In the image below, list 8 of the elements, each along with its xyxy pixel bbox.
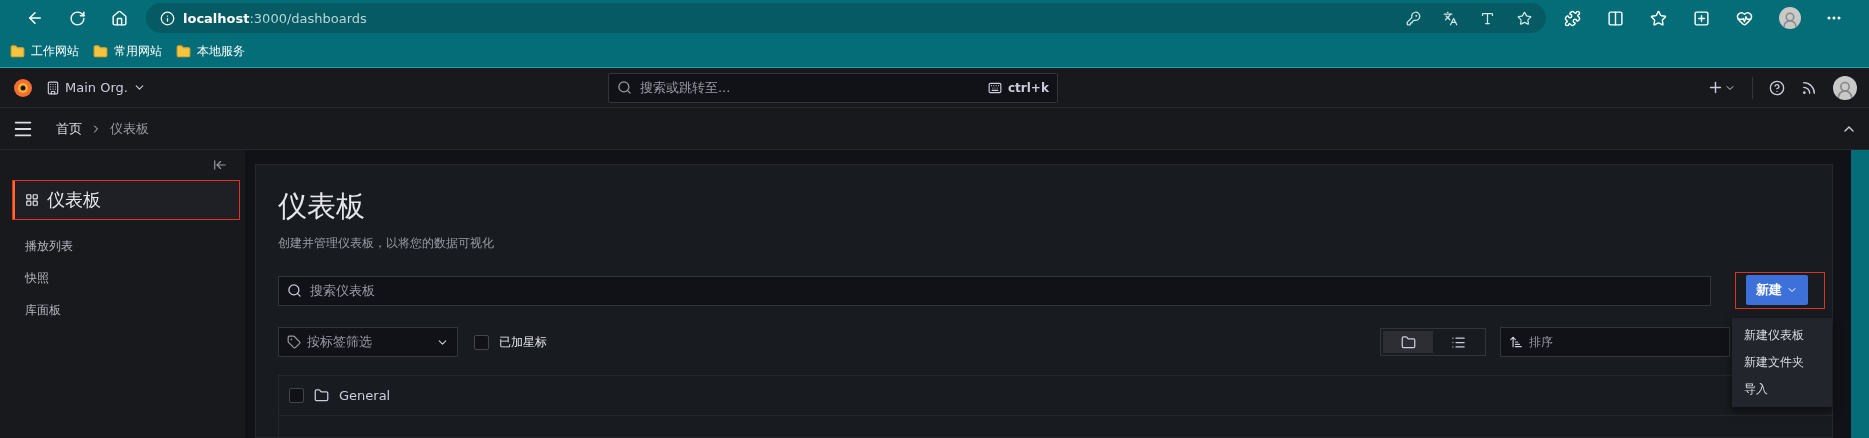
page-subtitle: 创建并管理仪表板，以将您的数据可视化 [278,235,495,252]
shortcut-hint: ctrl+k [1008,80,1049,95]
page-title: 仪表板 [278,188,366,225]
tag-filter-placeholder: 按标签筛选 [307,333,372,351]
url-path: :3000/dashboards [249,10,367,26]
checkbox-label: 已加星标 [499,333,547,351]
folder-name: General [339,388,391,403]
url-host: localhost [183,10,250,26]
